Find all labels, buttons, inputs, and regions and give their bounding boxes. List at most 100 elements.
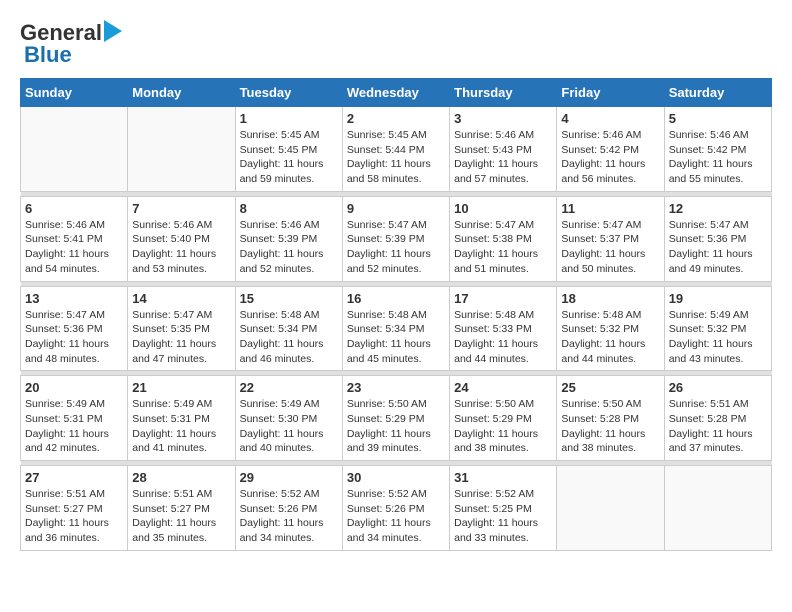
day-number: 4 [561, 111, 659, 126]
calendar-cell: 10Sunrise: 5:47 AMSunset: 5:38 PMDayligh… [450, 196, 557, 281]
day-number: 8 [240, 201, 338, 216]
day-info: Sunrise: 5:46 AMSunset: 5:42 PMDaylight:… [669, 128, 767, 187]
calendar-cell: 25Sunrise: 5:50 AMSunset: 5:28 PMDayligh… [557, 376, 664, 461]
calendar-cell [128, 107, 235, 192]
day-number: 3 [454, 111, 552, 126]
day-info: Sunrise: 5:51 AMSunset: 5:27 PMDaylight:… [25, 487, 123, 546]
logo-arrow-icon [104, 20, 132, 42]
calendar-cell: 8 Sunrise: 5:46 AMSunset: 5:39 PMDaylight… [235, 196, 342, 281]
day-info: Sunrise: 5:48 AMSunset: 5:34 PMDaylight:… [240, 308, 338, 367]
day-number: 5 [669, 111, 767, 126]
day-info: Sunrise: 5:46 AMSunset: 5:42 PMDaylight:… [561, 128, 659, 187]
day-info: Sunrise: 5:51 AMSunset: 5:28 PMDaylight:… [669, 397, 767, 456]
day-number: 13 [25, 291, 123, 306]
calendar-header-row: SundayMondayTuesdayWednesdayThursdayFrid… [21, 79, 772, 107]
day-info: Sunrise: 5:49 AMSunset: 5:32 PMDaylight:… [669, 308, 767, 367]
day-number: 14 [132, 291, 230, 306]
day-number: 17 [454, 291, 552, 306]
day-info: Sunrise: 5:47 AMSunset: 5:36 PMDaylight:… [669, 218, 767, 277]
calendar-cell: 28 Sunrise: 5:51 AMSunset: 5:27 PMDayligh… [128, 466, 235, 551]
day-number: 6 [25, 201, 123, 216]
calendar-cell: 29 Sunrise: 5:52 AMSunset: 5:26 PMDayligh… [235, 466, 342, 551]
calendar-cell: 22 Sunrise: 5:49 AMSunset: 5:30 PMDayligh… [235, 376, 342, 461]
day-info: Sunrise: 5:50 AMSunset: 5:29 PMDaylight:… [454, 397, 552, 456]
calendar-cell: 19 Sunrise: 5:49 AMSunset: 5:32 PMDayligh… [664, 286, 771, 371]
day-info: Sunrise: 5:52 AMSunset: 5:26 PMDaylight:… [347, 487, 445, 546]
day-number: 30 [347, 470, 445, 485]
header-wednesday: Wednesday [342, 79, 449, 107]
calendar-cell: 21 Sunrise: 5:49 AMSunset: 5:31 PMDayligh… [128, 376, 235, 461]
day-info: Sunrise: 5:45 AMSunset: 5:45 PMDaylight:… [240, 128, 338, 187]
day-number: 1 [240, 111, 338, 126]
calendar-cell: 31Sunrise: 5:52 AMSunset: 5:25 PMDayligh… [450, 466, 557, 551]
calendar-cell: 20 Sunrise: 5:49 AMSunset: 5:31 PMDayligh… [21, 376, 128, 461]
day-number: 31 [454, 470, 552, 485]
calendar-cell: 13 Sunrise: 5:47 AMSunset: 5:36 PMDayligh… [21, 286, 128, 371]
day-info: Sunrise: 5:47 AMSunset: 5:39 PMDaylight:… [347, 218, 445, 277]
calendar-cell: 30 Sunrise: 5:52 AMSunset: 5:26 PMDayligh… [342, 466, 449, 551]
day-info: Sunrise: 5:45 AMSunset: 5:44 PMDaylight:… [347, 128, 445, 187]
calendar-week-row: 1 Sunrise: 5:45 AMSunset: 5:45 PMDaylight… [21, 107, 772, 192]
calendar-cell: 2 Sunrise: 5:45 AMSunset: 5:44 PMDaylight… [342, 107, 449, 192]
header-saturday: Saturday [664, 79, 771, 107]
day-number: 22 [240, 380, 338, 395]
day-info: Sunrise: 5:47 AMSunset: 5:36 PMDaylight:… [25, 308, 123, 367]
day-info: Sunrise: 5:49 AMSunset: 5:30 PMDaylight:… [240, 397, 338, 456]
day-number: 9 [347, 201, 445, 216]
calendar-cell: 16Sunrise: 5:48 AMSunset: 5:34 PMDayligh… [342, 286, 449, 371]
day-number: 19 [669, 291, 767, 306]
day-info: Sunrise: 5:46 AMSunset: 5:40 PMDaylight:… [132, 218, 230, 277]
header-friday: Friday [557, 79, 664, 107]
calendar-week-row: 27 Sunrise: 5:51 AMSunset: 5:27 PMDayligh… [21, 466, 772, 551]
day-number: 20 [25, 380, 123, 395]
day-info: Sunrise: 5:47 AMSunset: 5:37 PMDaylight:… [561, 218, 659, 277]
day-info: Sunrise: 5:46 AMSunset: 5:39 PMDaylight:… [240, 218, 338, 277]
calendar-cell: 15 Sunrise: 5:48 AMSunset: 5:34 PMDayligh… [235, 286, 342, 371]
calendar-cell: 3 Sunrise: 5:46 AMSunset: 5:43 PMDaylight… [450, 107, 557, 192]
day-number: 12 [669, 201, 767, 216]
day-number: 2 [347, 111, 445, 126]
day-info: Sunrise: 5:49 AMSunset: 5:31 PMDaylight:… [132, 397, 230, 456]
day-number: 16 [347, 291, 445, 306]
day-number: 23 [347, 380, 445, 395]
day-number: 24 [454, 380, 552, 395]
day-number: 27 [25, 470, 123, 485]
day-info: Sunrise: 5:47 AMSunset: 5:35 PMDaylight:… [132, 308, 230, 367]
day-info: Sunrise: 5:48 AMSunset: 5:33 PMDaylight:… [454, 308, 552, 367]
header-sunday: Sunday [21, 79, 128, 107]
calendar-cell: 4 Sunrise: 5:46 AMSunset: 5:42 PMDaylight… [557, 107, 664, 192]
calendar-cell: 18 Sunrise: 5:48 AMSunset: 5:32 PMDayligh… [557, 286, 664, 371]
calendar-cell: 11Sunrise: 5:47 AMSunset: 5:37 PMDayligh… [557, 196, 664, 281]
logo-blue: Blue [24, 42, 72, 67]
day-info: Sunrise: 5:47 AMSunset: 5:38 PMDaylight:… [454, 218, 552, 277]
calendar-cell: 5 Sunrise: 5:46 AMSunset: 5:42 PMDaylight… [664, 107, 771, 192]
calendar-cell [664, 466, 771, 551]
day-info: Sunrise: 5:46 AMSunset: 5:41 PMDaylight:… [25, 218, 123, 277]
day-info: Sunrise: 5:48 AMSunset: 5:32 PMDaylight:… [561, 308, 659, 367]
calendar-cell: 1 Sunrise: 5:45 AMSunset: 5:45 PMDaylight… [235, 107, 342, 192]
day-info: Sunrise: 5:51 AMSunset: 5:27 PMDaylight:… [132, 487, 230, 546]
day-number: 15 [240, 291, 338, 306]
day-number: 18 [561, 291, 659, 306]
calendar-cell [21, 107, 128, 192]
day-number: 29 [240, 470, 338, 485]
calendar-cell: 26Sunrise: 5:51 AMSunset: 5:28 PMDayligh… [664, 376, 771, 461]
day-number: 28 [132, 470, 230, 485]
day-info: Sunrise: 5:52 AMSunset: 5:26 PMDaylight:… [240, 487, 338, 546]
day-info: Sunrise: 5:46 AMSunset: 5:43 PMDaylight:… [454, 128, 552, 187]
header-monday: Monday [128, 79, 235, 107]
calendar-cell: 6 Sunrise: 5:46 AMSunset: 5:41 PMDaylight… [21, 196, 128, 281]
calendar-cell: 17 Sunrise: 5:48 AMSunset: 5:33 PMDayligh… [450, 286, 557, 371]
day-number: 21 [132, 380, 230, 395]
header-tuesday: Tuesday [235, 79, 342, 107]
calendar-week-row: 20 Sunrise: 5:49 AMSunset: 5:31 PMDayligh… [21, 376, 772, 461]
calendar-cell: 24 Sunrise: 5:50 AMSunset: 5:29 PMDayligh… [450, 376, 557, 461]
calendar-cell: 14 Sunrise: 5:47 AMSunset: 5:35 PMDayligh… [128, 286, 235, 371]
day-info: Sunrise: 5:50 AMSunset: 5:29 PMDaylight:… [347, 397, 445, 456]
calendar-cell: 12 Sunrise: 5:47 AMSunset: 5:36 PMDayligh… [664, 196, 771, 281]
calendar-table: SundayMondayTuesdayWednesdayThursdayFrid… [20, 78, 772, 551]
page-header: General Blue [20, 20, 772, 68]
calendar-week-row: 13 Sunrise: 5:47 AMSunset: 5:36 PMDayligh… [21, 286, 772, 371]
day-info: Sunrise: 5:49 AMSunset: 5:31 PMDaylight:… [25, 397, 123, 456]
calendar-cell: 23 Sunrise: 5:50 AMSunset: 5:29 PMDayligh… [342, 376, 449, 461]
